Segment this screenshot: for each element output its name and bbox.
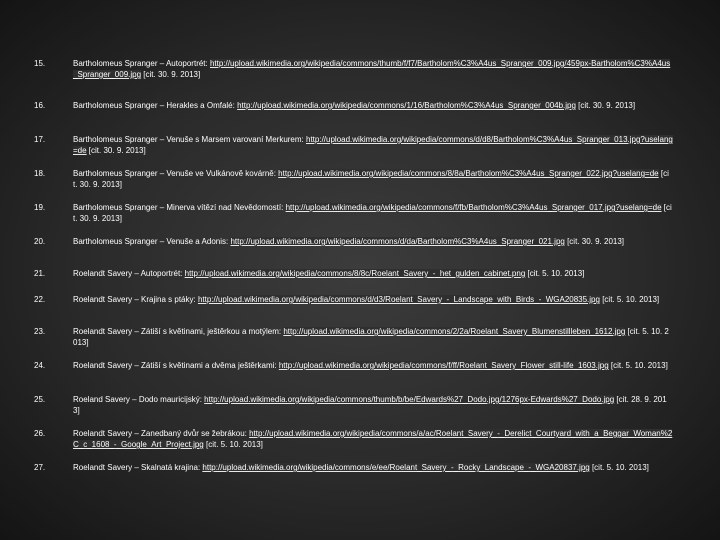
item-lead: Roelandt Savery – Krajina s ptáky: bbox=[73, 295, 198, 304]
citation-date: [cit. 5. 10. 2013] bbox=[589, 463, 649, 472]
item-number: 22. bbox=[34, 295, 46, 304]
item-text: Roelandt Savery – Zátiší s květinami, je… bbox=[73, 326, 673, 348]
item-text: Bartholomeus Spranger – Venuše a Adonis:… bbox=[73, 236, 673, 247]
item-lead: Roelandt Savery – Zátiší s květinami a d… bbox=[73, 361, 279, 370]
citation-date: [cit. 5. 10. 2013] bbox=[599, 295, 660, 304]
item-lead: Bartholomeus Spranger – Minerva vítězí n… bbox=[73, 203, 286, 212]
item-lead: Roeland Savery – Dodo mauricijský: bbox=[73, 395, 205, 404]
source-link[interactable]: http://upload.wikimedia.org/wikipedia/co… bbox=[197, 295, 600, 304]
item-text: Bartholomeus Spranger – Herakles a Omfal… bbox=[73, 100, 673, 111]
citation-date: [cit. 30. 9. 2013] bbox=[564, 237, 625, 246]
item-lead: Roelandt Savery – Zátiší s květinami, je… bbox=[73, 327, 284, 336]
item-number: 19. bbox=[34, 203, 46, 212]
source-link[interactable]: http://upload.wikimedia.org/wikipedia/co… bbox=[285, 203, 662, 212]
item-number: 17. bbox=[34, 135, 46, 144]
source-link[interactable]: http://upload.wikimedia.org/wikipedia/co… bbox=[278, 361, 609, 370]
item-number: 18. bbox=[34, 169, 46, 178]
item-text: Roelandt Savery – Krajina s ptáky: http:… bbox=[73, 294, 673, 305]
item-number: 20. bbox=[34, 237, 46, 246]
item-number: 15. bbox=[34, 59, 46, 68]
item-number: 23. bbox=[34, 327, 46, 336]
item-number: 16. bbox=[34, 101, 46, 110]
item-lead: Roelandt Savery – Autoportrét: bbox=[73, 269, 185, 278]
slide: 15. Bartholomeus Spranger – Autoportrét:… bbox=[0, 0, 720, 540]
item-text: Bartholomeus Spranger – Venuše s Marsem … bbox=[73, 134, 673, 156]
source-link[interactable]: http://upload.wikimedia.org/wikipedia/co… bbox=[204, 395, 615, 404]
source-link[interactable]: http://upload.wikimedia.org/wikipedia/co… bbox=[230, 237, 565, 246]
item-text: Bartholomeus Spranger – Minerva vítězí n… bbox=[73, 202, 673, 224]
item-lead: Bartholomeus Spranger – Venuše a Adonis: bbox=[73, 237, 231, 246]
item-text: Roeland Savery – Dodo mauricijský: http:… bbox=[73, 394, 673, 416]
citation-date: [cit. 30. 9. 2013] bbox=[141, 70, 201, 79]
item-text: Roelandt Savery – Zanedbaný dvůr se žebr… bbox=[73, 428, 673, 450]
item-text: Roelandt Savery – Zátiší s květinami a d… bbox=[73, 360, 673, 371]
item-lead: Roelandt Savery – Zanedbaný dvůr se žebr… bbox=[73, 429, 250, 438]
item-text: Roelandt Savery – Skalnatá krajina: http… bbox=[73, 462, 673, 473]
item-number: 24. bbox=[34, 361, 46, 370]
item-text: Roelandt Savery – Autoportrét: http://up… bbox=[73, 268, 673, 279]
citation-date: [cit. 30. 9. 2013] bbox=[86, 146, 146, 155]
citation-date: [cit. 30. 9. 2013] bbox=[575, 101, 636, 110]
item-text: Bartholomeus Spranger – Venuše ve Vulkán… bbox=[73, 168, 673, 190]
item-number: 27. bbox=[34, 463, 46, 472]
item-text: Bartholomeus Spranger – Autoportrét: htt… bbox=[73, 58, 673, 80]
source-link[interactable]: http://upload.wikimedia.org/wikipedia/co… bbox=[283, 327, 626, 336]
item-number: 21. bbox=[34, 269, 46, 278]
source-link[interactable]: http://upload.wikimedia.org/wikipedia/co… bbox=[184, 269, 526, 278]
source-link[interactable]: http://upload.wikimedia.org/wikipedia/co… bbox=[202, 463, 590, 472]
item-number: 25. bbox=[34, 395, 46, 404]
item-lead: Bartholomeus Spranger – Herakles a Omfal… bbox=[73, 101, 238, 110]
item-number: 26. bbox=[34, 429, 46, 438]
citation-date: [cit. 5. 10. 2013] bbox=[608, 361, 668, 370]
source-link[interactable]: http://upload.wikimedia.org/wikipedia/co… bbox=[237, 101, 576, 110]
citation-date: [cit. 5. 10. 2013] bbox=[203, 440, 263, 449]
source-link[interactable]: http://upload.wikimedia.org/wikipedia/co… bbox=[278, 169, 659, 178]
item-lead: Bartholomeus Spranger – Venuše s Marsem … bbox=[73, 135, 306, 144]
item-lead: Bartholomeus Spranger – Venuše ve Vulkán… bbox=[73, 169, 279, 178]
item-lead: Roelandt Savery – Skalnatá krajina: bbox=[73, 463, 203, 472]
citation-date: [cit. 5. 10. 2013] bbox=[525, 269, 585, 278]
item-lead: Bartholomeus Spranger – Autoportrét: bbox=[73, 59, 210, 68]
